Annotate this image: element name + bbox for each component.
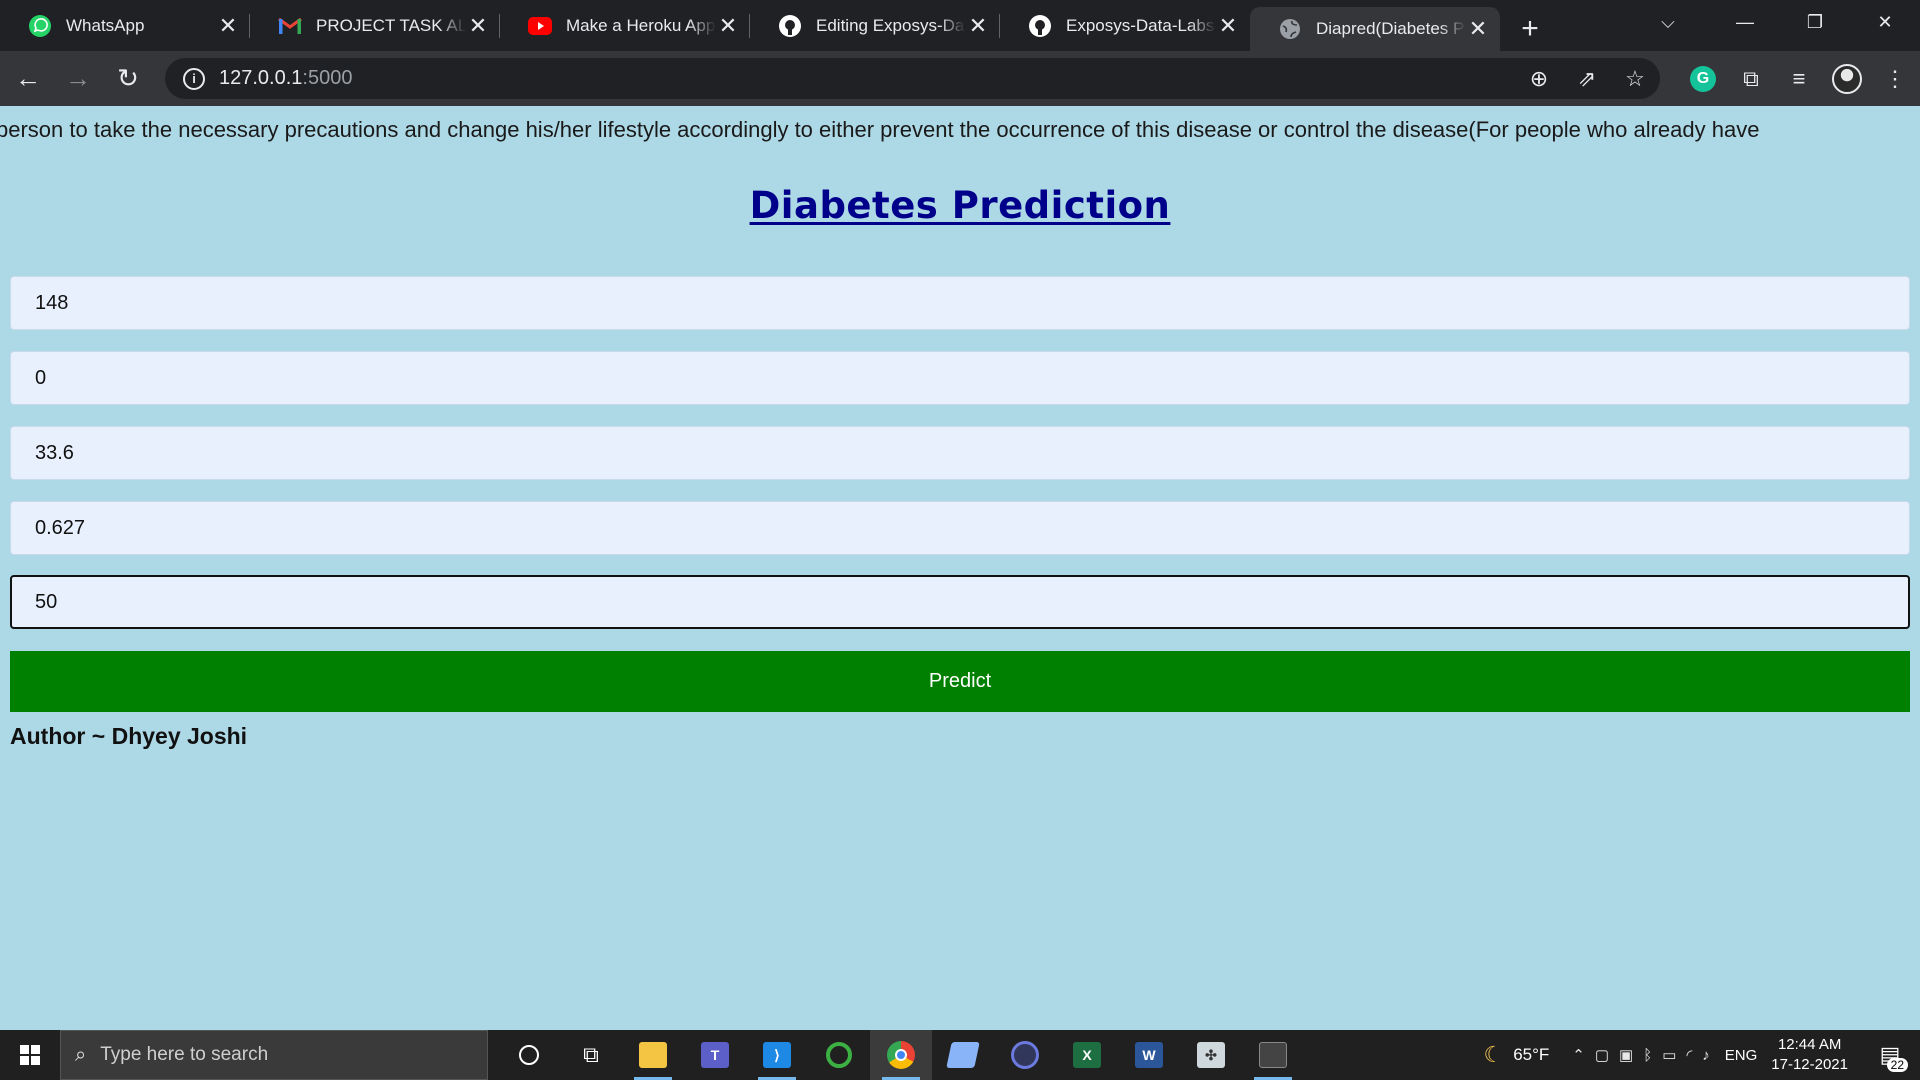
- close-icon[interactable]: ✕: [1216, 13, 1240, 38]
- tab-title: WhatsApp: [66, 15, 145, 35]
- scrolling-description: person to take the necessary precautions…: [0, 117, 1920, 147]
- marquee-text: person to take the necessary precautions…: [0, 117, 1760, 142]
- github-icon: [778, 14, 802, 38]
- extensions-puzzle-icon[interactable]: ⧉: [1734, 62, 1768, 96]
- tab-diapred[interactable]: Diapred(Diabetes Prediction) ✕: [1250, 7, 1500, 51]
- search-icon: ⌕: [75, 1043, 87, 1066]
- taskbar-search[interactable]: ⌕ Type here to search: [60, 1030, 488, 1080]
- close-icon[interactable]: ✕: [1466, 16, 1490, 41]
- chrome-icon[interactable]: [870, 1030, 932, 1080]
- forward-icon[interactable]: →: [56, 57, 100, 101]
- notification-center-icon[interactable]: ▤ 22: [1870, 1030, 1910, 1080]
- share-icon[interactable]: ⇗: [1572, 64, 1602, 94]
- clock[interactable]: 12:44 AM 17-12-2021: [1771, 1035, 1848, 1075]
- input-field-3[interactable]: 33.6: [10, 426, 1910, 480]
- temperature: 65°F: [1513, 1045, 1550, 1064]
- windows-taskbar: ⌕ Type here to search ⧉ T ⟩ X W ✣ ☾ 65°F…: [0, 1030, 1920, 1080]
- snipping-tool-icon[interactable]: ✣: [1180, 1030, 1242, 1080]
- tab-github-repo[interactable]: Exposys-Data-Labs-In ✕: [1000, 0, 1250, 51]
- tab-title: Make a Heroku App: [566, 15, 716, 35]
- grammarly-icon[interactable]: G: [1686, 62, 1720, 96]
- language-indicator[interactable]: ENG: [1725, 1047, 1758, 1064]
- address-bar[interactable]: i 127.0.0.1:5000 ⊕ ⇗ ☆: [165, 58, 1660, 99]
- window-controls: — ❐ ✕: [1710, 0, 1920, 44]
- teams-icon[interactable]: T: [684, 1030, 746, 1080]
- close-icon[interactable]: ✕: [966, 13, 990, 38]
- url-port: :5000: [302, 67, 353, 89]
- omnibox-actions: ⊕ ⇗ ☆: [1524, 58, 1650, 99]
- url-host: 127.0.0.1: [219, 67, 303, 89]
- page-title[interactable]: Diabetes Prediction: [750, 184, 1171, 227]
- tab-title: PROJECT TASK ALLOCATION: [316, 15, 466, 35]
- window-close-icon[interactable]: ✕: [1850, 0, 1920, 44]
- app-blue-shape-icon[interactable]: [932, 1030, 994, 1080]
- search-placeholder: Type here to search: [100, 1044, 269, 1065]
- close-icon[interactable]: ✕: [466, 13, 490, 38]
- clock-time: 12:44 AM: [1777, 1036, 1842, 1053]
- wifi-icon[interactable]: ◜: [1686, 1046, 1692, 1064]
- tab-title: Exposys-Data-Labs-In: [1066, 15, 1216, 35]
- weather-widget[interactable]: ☾ 65°F: [1483, 1042, 1549, 1068]
- gmail-icon: [278, 14, 302, 38]
- reload-icon[interactable]: ↻: [106, 57, 150, 101]
- media-queue-icon[interactable]: ≡: [1782, 62, 1816, 96]
- profile-avatar[interactable]: [1830, 62, 1864, 96]
- minimize-icon[interactable]: —: [1710, 0, 1780, 44]
- new-tab-button[interactable]: +: [1508, 7, 1552, 51]
- url-text: 127.0.0.1:5000: [219, 67, 352, 90]
- site-info-icon[interactable]: i: [183, 67, 205, 90]
- browser-toolbar: ← → ↻ i 127.0.0.1:5000 ⊕ ⇗ ☆ G ⧉ ≡ ⋮: [0, 51, 1920, 106]
- cortana-icon[interactable]: [498, 1030, 560, 1080]
- volume-icon[interactable]: ♪: [1702, 1047, 1710, 1064]
- clock-date: 17-12-2021: [1771, 1056, 1848, 1073]
- tab-strip: WhatsApp ✕ PROJECT TASK ALLOCATION ✕ Mak…: [0, 0, 1920, 51]
- input-field-1[interactable]: 148: [10, 276, 1910, 330]
- moon-icon: ☾: [1483, 1042, 1504, 1067]
- start-button[interactable]: [0, 1030, 60, 1080]
- menu-kebab-icon[interactable]: ⋮: [1878, 62, 1912, 96]
- vscode-icon[interactable]: ⟩: [746, 1030, 808, 1080]
- word-icon[interactable]: W: [1118, 1030, 1180, 1080]
- chevron-up-icon[interactable]: ⌃: [1572, 1046, 1585, 1064]
- windows-logo-icon: [20, 1045, 40, 1065]
- author-credit: Author ~ Dhyey Joshi: [10, 723, 248, 749]
- input-field-4[interactable]: 0.627: [10, 501, 1910, 555]
- close-icon[interactable]: ✕: [216, 13, 240, 38]
- system-tray: ☾ 65°F ⌃ ▢ ▣ ᛒ ▭ ◜ ♪ ENG 12:44 AM 17-12-…: [1483, 1030, 1920, 1080]
- tab-title: Diapred(Diabetes Prediction): [1316, 19, 1466, 38]
- close-icon[interactable]: ✕: [716, 13, 740, 38]
- input-field-2[interactable]: 0: [10, 351, 1910, 405]
- page-content: person to take the necessary precautions…: [0, 106, 1920, 1030]
- bluetooth-icon[interactable]: ᛒ: [1643, 1047, 1652, 1064]
- battery-icon[interactable]: ▭: [1662, 1046, 1676, 1064]
- page-title-wrapper: Diabetes Prediction: [0, 184, 1920, 227]
- tab-whatsapp[interactable]: WhatsApp ✕: [0, 0, 250, 51]
- tab-title: Editing Exposys-Data: [816, 15, 966, 35]
- tab-search-chevron-icon[interactable]: ⌵: [1646, 0, 1690, 44]
- back-icon[interactable]: ←: [6, 57, 50, 101]
- youtube-icon: [528, 14, 552, 38]
- predict-button[interactable]: Predict: [10, 651, 1910, 712]
- tab-gmail[interactable]: PROJECT TASK ALLOCATION ✕: [250, 0, 500, 51]
- whatsapp-icon: [28, 14, 52, 38]
- zoom-icon[interactable]: ⊕: [1524, 64, 1554, 94]
- meet-now-icon[interactable]: ▢: [1595, 1046, 1609, 1064]
- excel-icon[interactable]: X: [1056, 1030, 1118, 1080]
- bookmark-star-icon[interactable]: ☆: [1620, 64, 1650, 94]
- notification-badge: 22: [1886, 1058, 1908, 1072]
- obs-icon[interactable]: [994, 1030, 1056, 1080]
- globe-icon: [1278, 17, 1302, 41]
- file-explorer-icon[interactable]: [622, 1030, 684, 1080]
- tab-youtube[interactable]: Make a Heroku App ✕: [500, 0, 750, 51]
- github-icon: [1028, 14, 1052, 38]
- taskbar-apps: ⧉ T ⟩ X W ✣: [498, 1030, 1304, 1080]
- terminal-icon[interactable]: [1242, 1030, 1304, 1080]
- tab-github-editing[interactable]: Editing Exposys-Data ✕: [750, 0, 1000, 51]
- network-tray-icon[interactable]: ▣: [1619, 1046, 1633, 1064]
- restore-icon[interactable]: ❐: [1780, 0, 1850, 44]
- loading-ring-icon[interactable]: [808, 1030, 870, 1080]
- task-view-icon[interactable]: ⧉: [560, 1030, 622, 1080]
- input-field-5[interactable]: 50: [10, 575, 1910, 629]
- extensions-area: G ⧉ ≡ ⋮: [1686, 51, 1912, 106]
